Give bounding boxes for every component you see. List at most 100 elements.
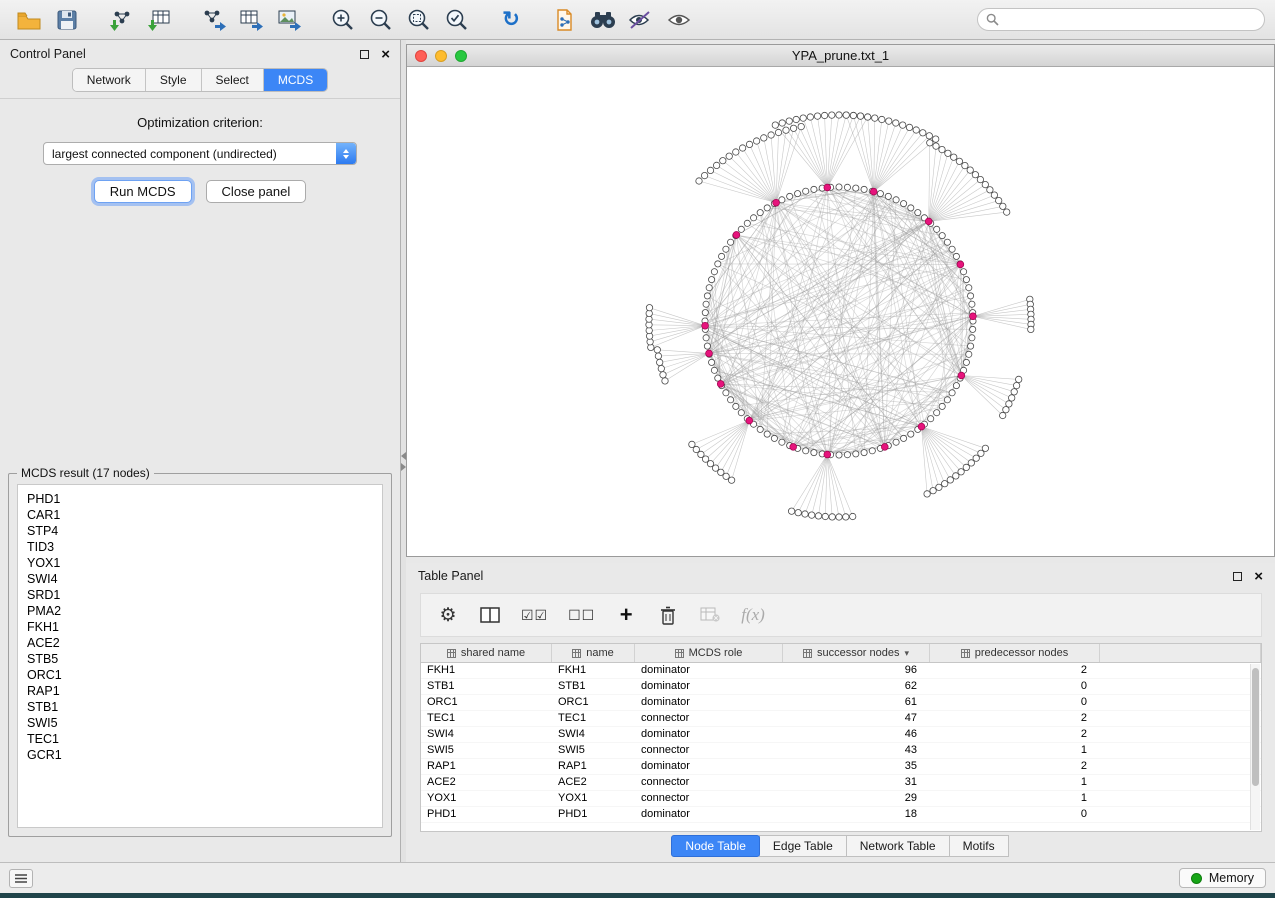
mcds-result-item[interactable]: ORC1 <box>27 667 373 683</box>
table-scrollbar[interactable] <box>1250 664 1260 830</box>
table-cell: ORC1 <box>552 695 635 710</box>
table-cell <box>1100 663 1261 678</box>
table-cell <box>1100 743 1261 758</box>
toggle-graphics-details-button[interactable] <box>622 4 660 36</box>
mcds-result-item[interactable]: TID3 <box>27 539 373 555</box>
scrollbar-thumb[interactable] <box>1252 668 1259 786</box>
function-builder-button[interactable]: f(x) <box>741 603 765 627</box>
zoom-selected-button[interactable] <box>438 4 476 36</box>
refresh-view-button[interactable]: ↻ <box>492 4 530 36</box>
mcds-result-list[interactable]: PHD1CAR1STP4TID3YOX1SWI4SRD1PMA2FKH1ACE2… <box>17 484 383 828</box>
float-table-panel-icon[interactable] <box>1233 572 1242 581</box>
delete-row-button[interactable] <box>657 603 679 627</box>
table-header-row: shared name name MCDS role successor nod… <box>421 644 1261 663</box>
table-cell: 61 <box>783 695 930 710</box>
refresh-icon: ↻ <box>502 9 520 30</box>
zoom-out-icon <box>368 7 394 33</box>
main-toolbar: ↻ <box>0 0 1275 40</box>
mcds-result-item[interactable]: PHD1 <box>27 491 373 507</box>
close-panel-icon[interactable]: × <box>381 50 390 59</box>
table-row[interactable]: FKH1FKH1dominator962 <box>421 663 1261 679</box>
column-header-predecessor-nodes[interactable]: predecessor nodes <box>930 644 1100 662</box>
mcds-result-item[interactable]: RAP1 <box>27 683 373 699</box>
column-header-name[interactable]: name <box>552 644 635 662</box>
mcds-result-item[interactable]: FKH1 <box>27 619 373 635</box>
tab-select[interactable]: Select <box>202 69 264 91</box>
open-session-button[interactable] <box>10 4 48 36</box>
delete-table-button[interactable] <box>699 603 721 627</box>
mcds-result-item[interactable]: SWI4 <box>27 571 373 587</box>
table-row[interactable]: TEC1TEC1connector472 <box>421 711 1261 727</box>
global-search-input[interactable] <box>1005 13 1256 27</box>
import-network-button[interactable] <box>102 4 140 36</box>
table-cell: 0 <box>930 695 1100 710</box>
window-zoom-icon[interactable] <box>455 50 467 62</box>
window-minimize-icon[interactable] <box>435 50 447 62</box>
zoom-in-button[interactable] <box>324 4 362 36</box>
table-row[interactable]: STB1STB1dominator620 <box>421 679 1261 695</box>
add-row-button[interactable]: + <box>615 603 637 627</box>
float-panel-icon[interactable] <box>360 50 369 59</box>
mcds-result-item[interactable]: ACE2 <box>27 635 373 651</box>
find-button[interactable] <box>584 4 622 36</box>
export-table-button[interactable] <box>232 4 270 36</box>
table-cell: 18 <box>783 807 930 822</box>
table-settings-button[interactable]: ⚙ <box>437 603 459 627</box>
table-cell: dominator <box>635 679 783 694</box>
zoom-fit-button[interactable] <box>400 4 438 36</box>
tab-network[interactable]: Network <box>73 69 146 91</box>
memory-button[interactable]: Memory <box>1179 868 1266 888</box>
table-cell: dominator <box>635 727 783 742</box>
clear-selection-button[interactable]: ☐☐ <box>568 603 595 627</box>
criterion-selected-value: largest connected component (undirected) <box>44 147 336 161</box>
mcds-result-item[interactable]: TEC1 <box>27 731 373 747</box>
network-window-title: YPA_prune.txt_1 <box>407 48 1274 63</box>
mcds-result-item[interactable]: PMA2 <box>27 603 373 619</box>
show-hide-button[interactable] <box>660 4 698 36</box>
select-all-button[interactable]: ☑☑ <box>521 603 548 627</box>
network-canvas[interactable] <box>407 67 1274 556</box>
zoom-out-button[interactable] <box>362 4 400 36</box>
table-row[interactable]: ACE2ACE2connector311 <box>421 775 1261 791</box>
mcds-result-item[interactable]: STB1 <box>27 699 373 715</box>
table-row[interactable]: YOX1YOX1connector291 <box>421 791 1261 807</box>
window-close-icon[interactable] <box>415 50 427 62</box>
tab-motifs[interactable]: Motifs <box>949 835 1009 857</box>
table-cell: SWI5 <box>421 743 552 758</box>
mcds-result-item[interactable]: SRD1 <box>27 587 373 603</box>
mcds-result-item[interactable]: SWI5 <box>27 715 373 731</box>
export-network-button[interactable] <box>194 4 232 36</box>
close-panel-button[interactable]: Close panel <box>206 180 307 203</box>
column-header-mcds-role[interactable]: MCDS role <box>635 644 783 662</box>
table-row[interactable]: SWI5SWI5connector431 <box>421 743 1261 759</box>
save-session-button[interactable] <box>48 4 86 36</box>
column-header-successor-nodes[interactable]: successor nodes ▾ <box>783 644 930 662</box>
table-row[interactable]: ORC1ORC1dominator610 <box>421 695 1261 711</box>
mcds-result-item[interactable]: STP4 <box>27 523 373 539</box>
tab-node-table[interactable]: Node Table <box>671 835 760 857</box>
column-header-shared-name[interactable]: shared name <box>421 644 552 662</box>
network-graph[interactable] <box>407 67 1274 556</box>
table-row[interactable]: PHD1PHD1dominator180 <box>421 807 1261 823</box>
mcds-result-item[interactable]: GCR1 <box>27 747 373 763</box>
clone-network-button[interactable] <box>546 4 584 36</box>
close-table-panel-icon[interactable]: × <box>1254 572 1263 581</box>
mcds-result-item[interactable]: CAR1 <box>27 507 373 523</box>
show-columns-button[interactable] <box>479 603 501 627</box>
run-mcds-button[interactable]: Run MCDS <box>94 180 192 203</box>
tab-network-table[interactable]: Network Table <box>846 835 950 857</box>
status-menu-button[interactable] <box>9 869 33 888</box>
import-table-button[interactable] <box>140 4 178 36</box>
mcds-result-item[interactable]: YOX1 <box>27 555 373 571</box>
tab-edge-table[interactable]: Edge Table <box>759 835 847 857</box>
eye-icon <box>666 10 692 30</box>
table-cell: SWI5 <box>552 743 635 758</box>
export-image-button[interactable] <box>270 4 308 36</box>
table-row[interactable]: RAP1RAP1dominator352 <box>421 759 1261 775</box>
tab-mcds[interactable]: MCDS <box>264 69 327 91</box>
mcds-result-item[interactable]: STB5 <box>27 651 373 667</box>
table-cell: YOX1 <box>421 791 552 806</box>
criterion-dropdown[interactable]: largest connected component (undirected) <box>43 142 357 165</box>
tab-style[interactable]: Style <box>146 69 202 91</box>
table-row[interactable]: SWI4SWI4dominator462 <box>421 727 1261 743</box>
